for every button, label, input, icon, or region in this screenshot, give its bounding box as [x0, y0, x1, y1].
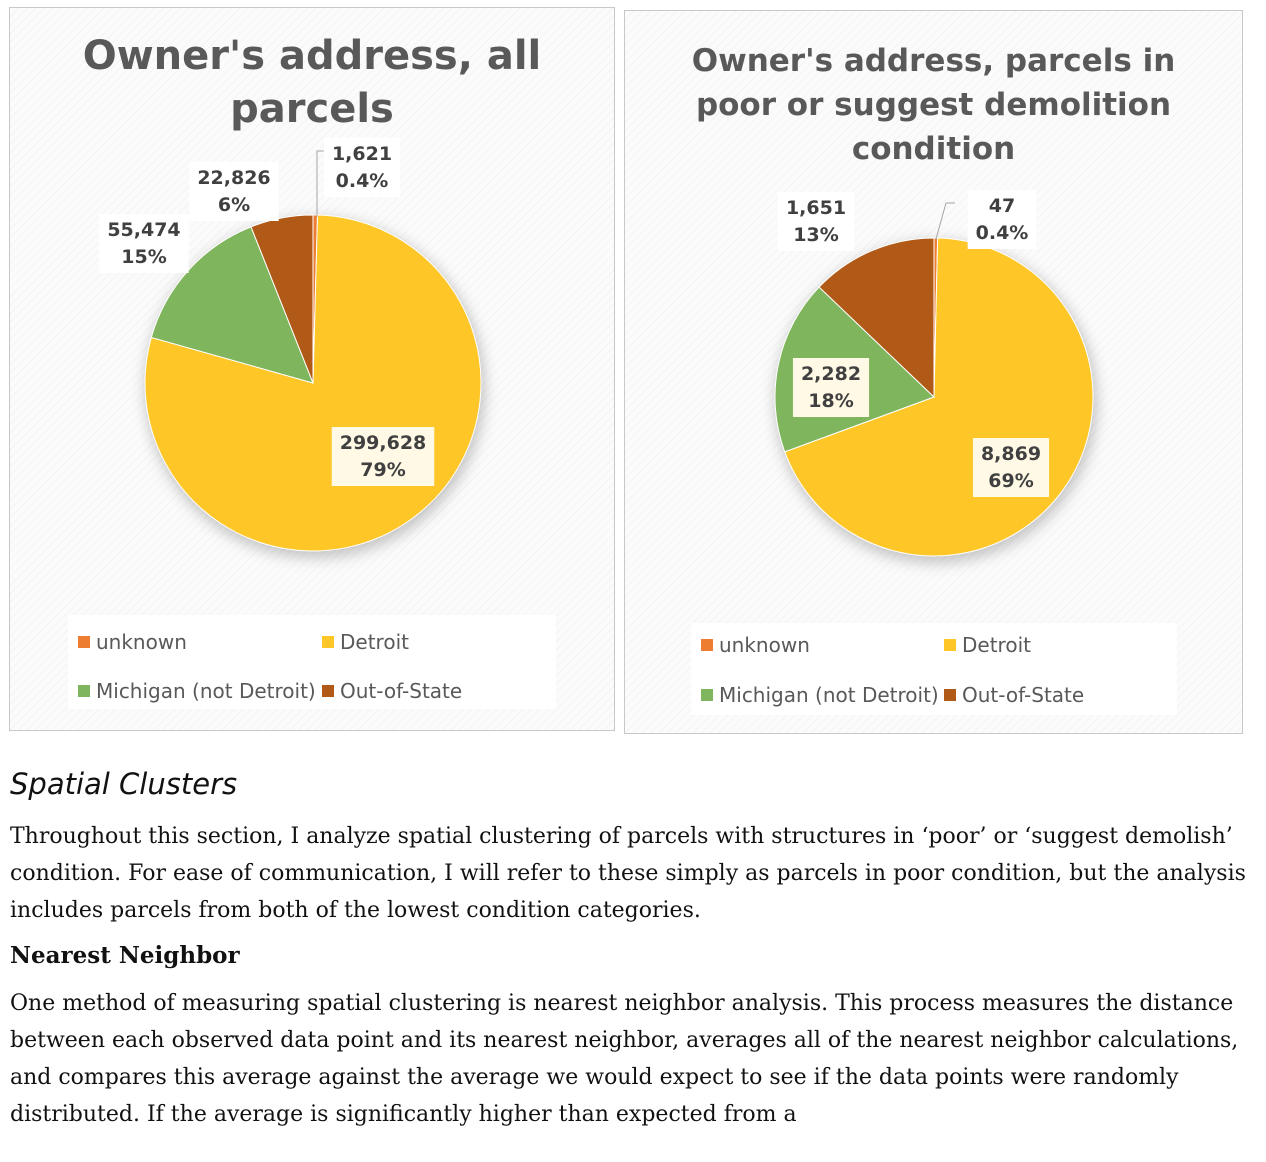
data-label-value: 2,282 [801, 363, 861, 385]
legend-label: unknown [719, 633, 810, 657]
legend-label: Out-of-State [962, 683, 1085, 707]
data-label-michigan: 55,474 15% [99, 214, 189, 273]
legend-label: Detroit [962, 633, 1031, 657]
data-label-unknown: 1,621 0.4% [323, 138, 401, 197]
data-label-out-of-state: 22,826 6% [189, 162, 279, 221]
data-label-percent: 18% [808, 390, 853, 412]
data-label-unknown: 47 0.4% [967, 190, 1037, 249]
data-label-value: 8,869 [981, 443, 1041, 465]
legend-item-out-of-state: Out-of-State [944, 683, 1084, 707]
data-label-percent: 69% [988, 470, 1033, 492]
legend-swatch [322, 636, 334, 648]
data-label-value: 47 [989, 195, 1015, 217]
pie-svg: 1,621 0.4% 299,628 79% 55,474 15% 22,826 6% [99, 138, 485, 558]
legend-swatch [322, 685, 334, 697]
section-heading: Spatial Clusters [10, 767, 238, 801]
paragraph: Throughout this section, I analyze spati… [10, 824, 1246, 923]
data-label-percent: 79% [360, 459, 405, 481]
pie-chart-all-parcels: Owner's address, all parcels 1,621 0.4% 29… [9, 7, 615, 731]
legend-swatch [944, 639, 956, 651]
data-label-percent: 0.4% [976, 222, 1029, 244]
data-label-out-of-state: 1,651 13% [777, 192, 855, 251]
data-label-value: 1,621 [332, 143, 392, 165]
legend-swatch [701, 639, 713, 651]
legend-label: Out-of-State [340, 679, 463, 703]
chart-legend: unknown Detroit Michigan (not Detroit) O… [691, 623, 1177, 715]
legend-swatch [78, 685, 90, 697]
data-label-detroit: 299,628 79% [331, 427, 435, 486]
data-label-percent: 0.4% [336, 170, 389, 192]
data-label-percent: 15% [121, 246, 166, 268]
pie-chart-poor-condition-parcels: Owner's address, parcels in poor or sugg… [624, 10, 1243, 734]
legend-swatch [944, 689, 956, 701]
sub-heading: Nearest Neighbor [10, 942, 240, 969]
data-label-value: 55,474 [107, 219, 180, 241]
chart-legend: unknown Detroit Michigan (not Detroit) O… [68, 615, 556, 709]
data-label-michigan: 2,282 18% [792, 358, 870, 417]
legend-item-michigan: Michigan (not Detroit) [701, 683, 939, 707]
legend-item-unknown: unknown [701, 633, 810, 657]
legend-swatch [701, 689, 713, 701]
data-label-value: 299,628 [340, 432, 427, 454]
pie-svg: 47 0.4% 8,869 69% 2,282 18% 1,651 13% [774, 190, 1097, 563]
legend-item-detroit: Detroit [944, 633, 1031, 657]
leader-line [935, 202, 955, 240]
data-label-percent: 6% [218, 194, 250, 216]
document-body: Spatial Clusters Throughout this section… [10, 760, 1260, 1133]
data-label-value: 22,826 [197, 167, 270, 189]
data-label-percent: 13% [793, 224, 838, 246]
legend-label: Michigan (not Detroit) [96, 679, 316, 703]
paragraph: One method of measuring spatial clusteri… [10, 991, 1239, 1127]
legend-item-detroit: Detroit [322, 630, 409, 654]
legend-label: Michigan (not Detroit) [719, 683, 939, 707]
data-label-detroit: 8,869 69% [972, 438, 1050, 497]
legend-item-unknown: unknown [78, 630, 187, 654]
legend-item-out-of-state: Out-of-State [322, 679, 462, 703]
legend-label: Detroit [340, 630, 409, 654]
data-label-value: 1,651 [786, 197, 846, 219]
legend-label: unknown [96, 630, 187, 654]
legend-swatch [78, 636, 90, 648]
legend-item-michigan: Michigan (not Detroit) [78, 679, 316, 703]
